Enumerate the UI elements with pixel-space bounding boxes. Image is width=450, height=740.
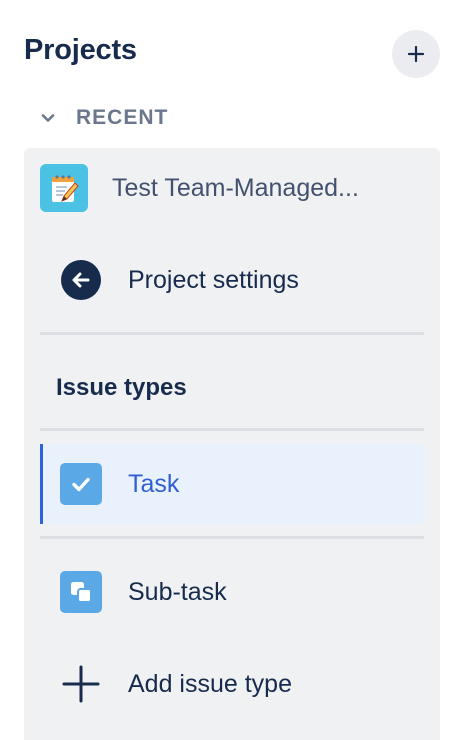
recent-section-toggle[interactable]: RECENT (38, 104, 168, 132)
divider (40, 332, 424, 335)
back-arrow-icon (61, 260, 101, 300)
notepad-icon (52, 175, 79, 202)
sidebar-header: Projects (24, 30, 440, 78)
recent-section-label: RECENT (76, 106, 169, 129)
project-avatar (40, 164, 88, 212)
page-title: Projects (24, 34, 137, 66)
issue-type-subtask[interactable]: Sub-task (40, 552, 424, 632)
project-settings-link[interactable]: Project settings (40, 240, 424, 320)
project-item[interactable]: Test Team-Managed... (40, 164, 424, 212)
plus-icon (62, 665, 100, 703)
issue-type-task[interactable]: Task (40, 444, 424, 524)
project-sidebar: Projects RECENT Test Team-Managed... Pro… (0, 0, 450, 740)
project-panel: Test Team-Managed... Project settings Is… (24, 148, 440, 740)
project-name: Test Team-Managed... (112, 173, 359, 202)
divider (40, 428, 424, 431)
issue-types-heading: Issue types (56, 374, 187, 401)
chevron-down-icon (38, 108, 58, 128)
issue-type-label: Task (128, 469, 180, 498)
issue-type-label: Sub-task (128, 577, 227, 606)
active-indicator (40, 444, 43, 524)
subtask-icon (60, 571, 102, 613)
add-project-button[interactable] (392, 30, 440, 78)
project-settings-label: Project settings (128, 265, 299, 294)
add-issue-type-button[interactable]: Add issue type (40, 644, 424, 724)
plus-icon (407, 45, 425, 63)
add-issue-type-label: Add issue type (128, 669, 292, 698)
divider (40, 536, 424, 539)
checkbox-icon (60, 463, 102, 505)
